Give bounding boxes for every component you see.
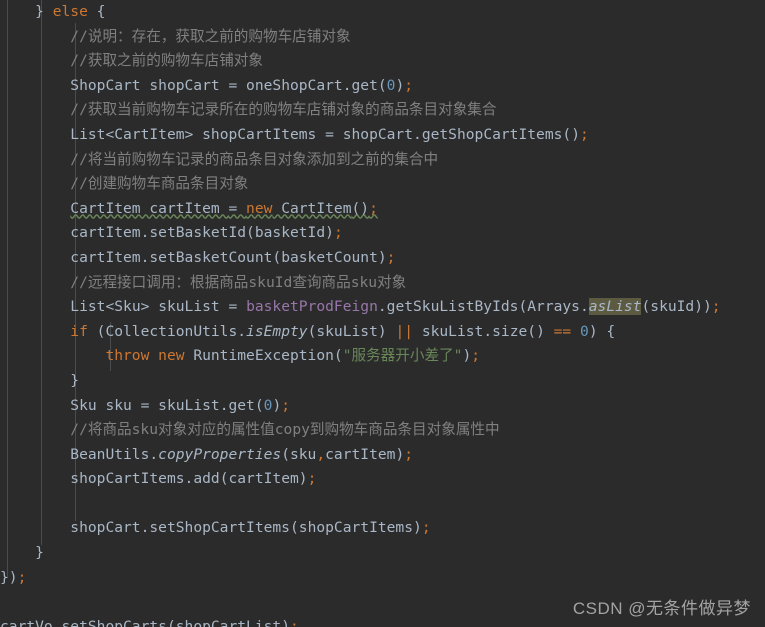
code-line[interactable]: } else { xyxy=(0,0,765,25)
highlighted-token[interactable]: asList xyxy=(588,298,642,316)
code-block[interactable]: } else { //说明：存在，获取之前的购物车店铺对象 //获取之前的购物车… xyxy=(0,0,765,627)
code-line[interactable]: //获取当前购物车记录所在的购物车店铺对象的商品条目对象集合 xyxy=(0,98,765,123)
code-line[interactable]: //创建购物车商品条目对象 xyxy=(0,172,765,197)
csdn-watermark: CSDN @无条件做异梦 xyxy=(572,599,751,618)
code-line[interactable]: ShopCart shopCart = oneShopCart.get(0); xyxy=(0,74,765,99)
code-line[interactable]: BeanUtils.copyProperties(sku,cartItem); xyxy=(0,443,765,468)
code-line[interactable]: //获取之前的购物车店铺对象 xyxy=(0,49,765,74)
code-line[interactable]: //将商品sku对象对应的属性值copy到购物车商品条目对象属性中 xyxy=(0,418,765,443)
code-line[interactable]: //说明：存在，获取之前的购物车店铺对象 xyxy=(0,25,765,50)
code-line-with-warning[interactable]: CartItem cartItem = new CartItem(); xyxy=(0,197,765,222)
code-line[interactable]: List<Sku> skuList = basketProdFeign.getS… xyxy=(0,295,765,320)
code-line[interactable]: Sku sku = skuList.get(0); xyxy=(0,394,765,419)
code-line[interactable]: shopCartItems.add(cartItem); xyxy=(0,467,765,492)
code-line[interactable]: cartItem.setBasketCount(basketCount); xyxy=(0,246,765,271)
code-line[interactable]: }); xyxy=(0,566,765,591)
code-line[interactable]: shopCart.setShopCartItems(shopCartItems)… xyxy=(0,516,765,541)
code-line[interactable]: cartItem.setBasketId(basketId); xyxy=(0,221,765,246)
code-line[interactable]: //将当前购物车记录的商品条目对象添加到之前的集合中 xyxy=(0,148,765,173)
code-line[interactable]: } xyxy=(0,369,765,394)
code-line[interactable]: } xyxy=(0,541,765,566)
code-line[interactable]: throw new RuntimeException("服务器开小差了"); xyxy=(0,344,765,369)
code-line-blank[interactable] xyxy=(0,492,765,517)
code-line[interactable]: if (CollectionUtils.isEmpty(skuList) || … xyxy=(0,320,765,345)
code-line[interactable]: List<CartItem> shopCartItems = shopCart.… xyxy=(0,123,765,148)
code-line[interactable]: //远程接口调用：根据商品skuId查询商品sku对象 xyxy=(0,271,765,296)
code-editor-pane[interactable]: } else { //说明：存在，获取之前的购物车店铺对象 //获取之前的购物车… xyxy=(0,0,765,627)
